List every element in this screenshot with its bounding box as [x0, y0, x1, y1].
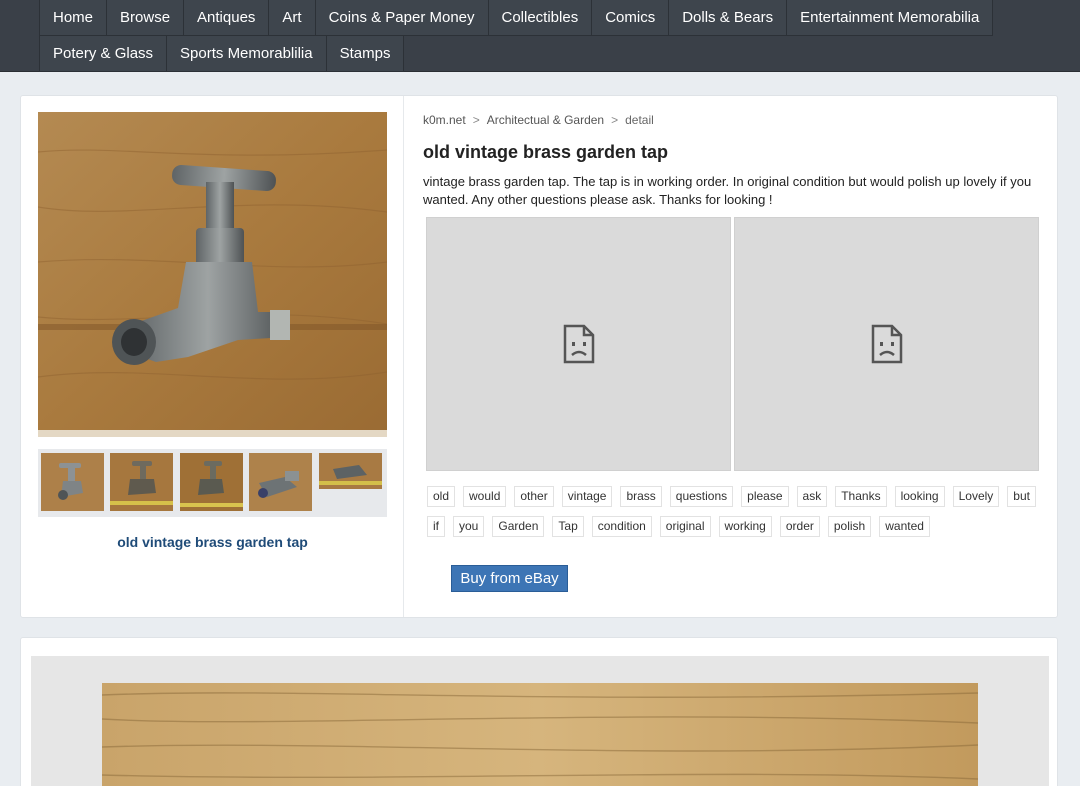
- tag[interactable]: working: [718, 516, 772, 537]
- thumbnail-5[interactable]: [319, 453, 382, 489]
- nav-pottery-glass[interactable]: Potery & Glass: [39, 36, 168, 72]
- breadcrumb-site[interactable]: k0m.net: [423, 113, 466, 127]
- tag[interactable]: please: [741, 486, 789, 507]
- tag[interactable]: other: [514, 486, 554, 507]
- nav-collectibles[interactable]: Collectibles: [488, 0, 593, 36]
- tag[interactable]: Lovely: [952, 486, 1000, 507]
- top-navigation: Home Browse Antiques Art Coins & Paper M…: [0, 0, 1080, 72]
- tag[interactable]: but: [1007, 486, 1036, 507]
- item-card: old vintage brass garden tap k0m.net > A…: [20, 95, 1058, 618]
- thumbnail-3[interactable]: [180, 453, 243, 511]
- tag[interactable]: ask: [796, 486, 828, 507]
- tag[interactable]: Tap: [552, 516, 584, 537]
- nav-row-1: Home Browse Antiques Art Coins & Paper M…: [39, 0, 994, 36]
- tag[interactable]: order: [779, 516, 820, 537]
- gallery-column: old vintage brass garden tap: [21, 96, 404, 617]
- main-product-photo[interactable]: [38, 112, 387, 437]
- breadcrumb: k0m.net > Architectual & Garden > detail: [423, 113, 654, 127]
- breadcrumb-category[interactable]: Architectual & Garden: [487, 113, 604, 127]
- tag[interactable]: vintage: [561, 486, 613, 507]
- large-product-photo[interactable]: [102, 683, 978, 786]
- broken-page-icon: [871, 324, 902, 364]
- breadcrumb-separator: >: [472, 113, 480, 127]
- tag[interactable]: Garden: [492, 516, 545, 537]
- nav-comics[interactable]: Comics: [592, 0, 670, 36]
- tag[interactable]: would: [463, 486, 507, 507]
- tag[interactable]: original: [659, 516, 711, 537]
- breadcrumb-current: detail: [625, 113, 654, 127]
- nav-dolls-bears[interactable]: Dolls & Bears: [669, 0, 788, 36]
- tag[interactable]: looking: [894, 486, 945, 507]
- large-gallery-card: [20, 637, 1058, 786]
- nav-antiques[interactable]: Antiques: [184, 0, 270, 36]
- large-gallery: [31, 656, 1049, 786]
- broken-embed-2: [734, 217, 1039, 471]
- thumbnail-2[interactable]: [110, 453, 173, 511]
- tag-row-2: if you Garden Tap condition original wor…: [427, 516, 1047, 537]
- tag[interactable]: polish: [827, 516, 872, 537]
- thumbnail-strip: [38, 449, 387, 517]
- page-title: old vintage brass garden tap: [423, 142, 669, 162]
- nav-entertainment-memorabilia[interactable]: Entertainment Memorabilia: [787, 0, 994, 36]
- broken-embed-1: [426, 217, 731, 471]
- nav-browse[interactable]: Browse: [107, 0, 185, 36]
- tag[interactable]: wanted: [879, 516, 930, 537]
- buy-from-ebay-button[interactable]: Buy from eBay: [451, 565, 568, 592]
- thumbnail-4[interactable]: [249, 453, 312, 511]
- tag-row-1: old would other vintage brass questions …: [427, 486, 1047, 507]
- nav-home[interactable]: Home: [39, 0, 108, 36]
- product-title-link[interactable]: old vintage brass garden tap: [21, 534, 404, 550]
- tag[interactable]: you: [453, 516, 485, 537]
- nav-sports-memorabilia[interactable]: Sports Memorablilia: [167, 36, 327, 72]
- tag[interactable]: questions: [669, 486, 734, 507]
- tag-list: old would other vintage brass questions …: [427, 486, 1047, 546]
- nav-row-2: Potery & Glass Sports Memorablilia Stamp…: [39, 36, 405, 72]
- tag[interactable]: brass: [620, 486, 662, 507]
- breadcrumb-separator: >: [611, 113, 619, 127]
- tag[interactable]: old: [427, 486, 456, 507]
- thumbnail-1[interactable]: [41, 453, 104, 511]
- nav-coins-paper-money[interactable]: Coins & Paper Money: [315, 0, 489, 36]
- tag[interactable]: condition: [591, 516, 652, 537]
- item-description: vintage brass garden tap. The tap is in …: [423, 174, 1032, 207]
- tag[interactable]: Thanks: [835, 486, 887, 507]
- tag[interactable]: if: [427, 516, 445, 537]
- broken-page-icon: [563, 324, 594, 364]
- nav-art[interactable]: Art: [269, 0, 316, 36]
- nav-stamps[interactable]: Stamps: [326, 36, 405, 72]
